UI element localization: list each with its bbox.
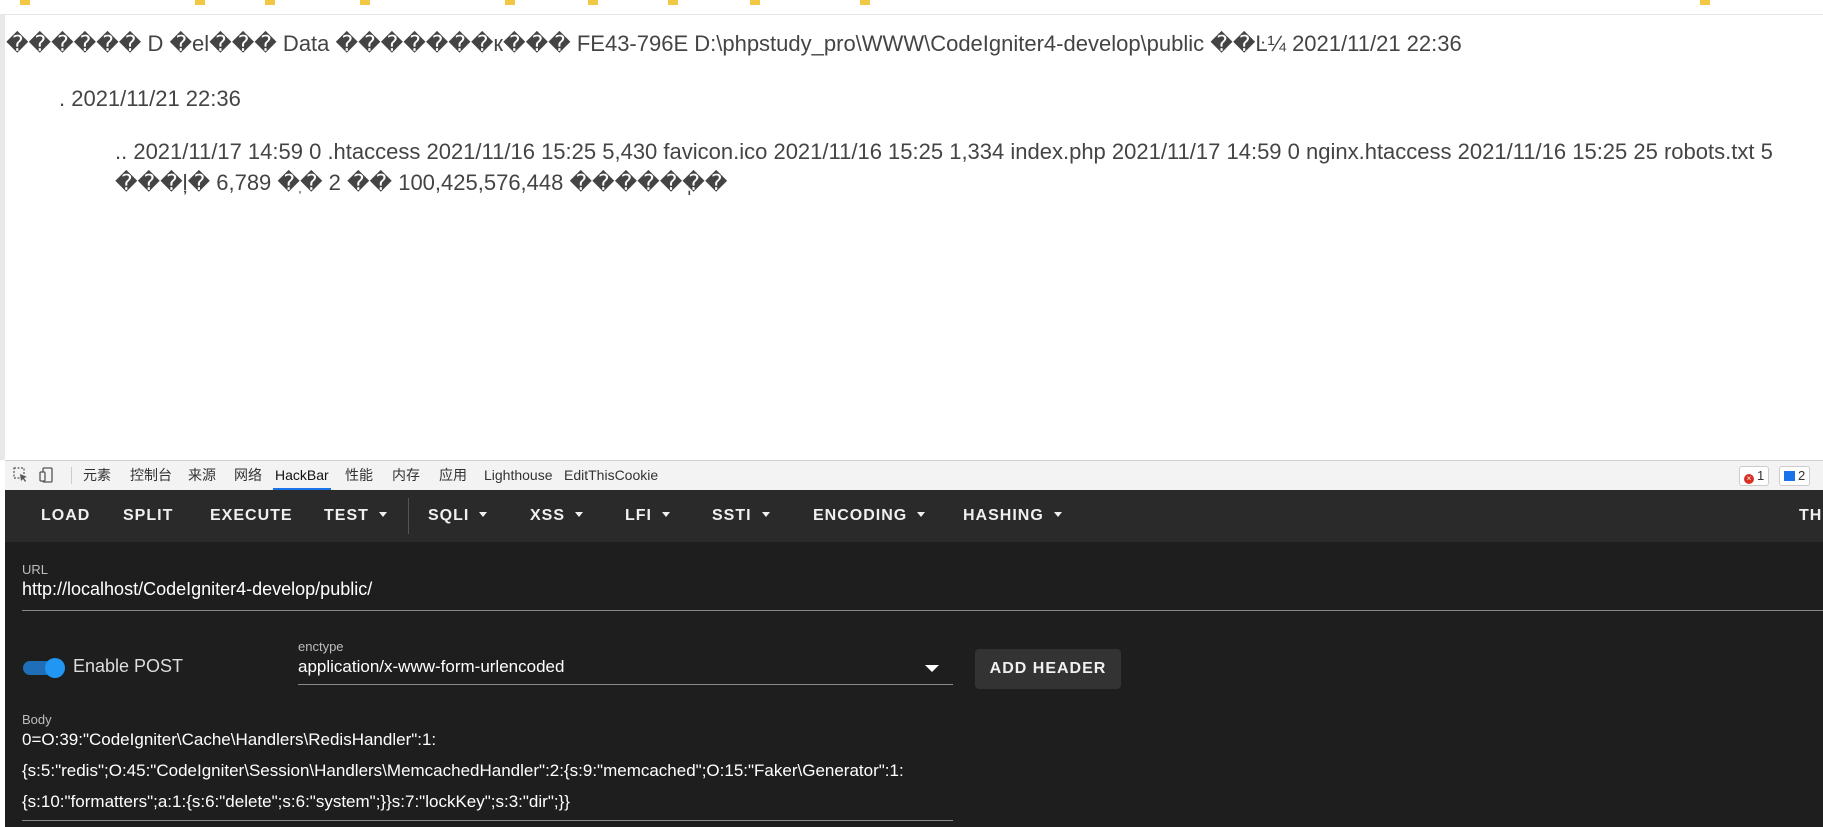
browser-bookmark-bar: [0, 0, 1823, 15]
chevron-down-icon: [378, 512, 387, 517]
lfi-menu-button[interactable]: LFI: [625, 490, 670, 542]
devtools-tab-bar: 元素 控制台 来源 网络 HackBar 性能 内存 应用 Lighthouse…: [5, 460, 1823, 491]
chevron-down-icon: [761, 512, 770, 517]
chevron-down-icon: [917, 512, 926, 517]
tab-editthiscookie[interactable]: EditThisCookie: [562, 461, 660, 490]
directory-header-text: ������ D �el��� Data �������к��� FE43-79…: [6, 31, 1462, 56]
ssti-menu-button[interactable]: SSTI: [712, 490, 770, 542]
test-menu-button[interactable]: TEST: [324, 490, 387, 542]
body-textarea[interactable]: 0=O:39:"CodeIgniter\Cache\Handlers\Redis…: [22, 724, 952, 817]
enable-post-toggle[interactable]: [23, 658, 67, 678]
tab-memory[interactable]: 内存: [390, 461, 422, 490]
tab-performance[interactable]: 性能: [343, 461, 375, 490]
tab-hackbar[interactable]: HackBar: [273, 461, 331, 490]
encoding-menu-button[interactable]: ENCODING: [813, 490, 926, 542]
body-line: 0=O:39:"CodeIgniter\Cache\Handlers\Redis…: [22, 730, 437, 749]
tab-application[interactable]: 应用: [437, 461, 469, 490]
hackbar-panel: LOAD SPLIT EXECUTE TEST SQLI XSS LFI SST…: [5, 490, 1823, 827]
bookmark-folder-icon[interactable]: [1700, 0, 1710, 5]
error-icon: ×: [1744, 474, 1754, 484]
body-underline: [22, 820, 953, 821]
bookmark-folder-icon[interactable]: [265, 0, 275, 5]
enctype-select[interactable]: application/x-www-form-urlencoded: [298, 657, 564, 677]
tab-network[interactable]: 网络: [232, 461, 264, 490]
bookmark-folder-icon[interactable]: [20, 0, 30, 5]
enctype-underline: [298, 684, 953, 685]
directory-current-entry: . 2021/11/21 22:36: [59, 86, 241, 111]
directory-listing-text: .. 2021/11/17 14:59 0 .htaccess 2021/11/…: [115, 139, 1773, 195]
message-icon: [1784, 471, 1795, 481]
url-underline: [22, 610, 1823, 611]
tab-separator: [71, 467, 72, 484]
load-button[interactable]: LOAD: [41, 490, 90, 542]
sqli-menu-button[interactable]: SQLI: [428, 490, 488, 542]
bookmark-folder-icon[interactable]: [860, 0, 870, 5]
enable-post-label: Enable POST: [73, 656, 184, 676]
url-input[interactable]: http://localhost/CodeIgniter4-develop/pu…: [22, 579, 372, 600]
bookmark-folder-icon[interactable]: [360, 0, 370, 5]
device-icon[interactable]: [39, 467, 55, 483]
page-content: ������ D �el��� Data �������к��� FE43-79…: [5, 14, 1823, 460]
bookmark-folder-icon[interactable]: [668, 0, 678, 5]
chevron-down-icon: [1053, 512, 1062, 517]
add-header-button[interactable]: ADD HEADER: [975, 649, 1121, 689]
tab-console[interactable]: 控制台: [128, 461, 174, 490]
dropdown-arrow-icon[interactable]: [925, 665, 939, 672]
tab-sources[interactable]: 来源: [186, 461, 218, 490]
cursor-icon[interactable]: [13, 467, 29, 483]
bookmark-folder-icon[interactable]: [195, 0, 205, 5]
body-line: {s:10:"formatters";a:1:{s:6:"delete";s:6…: [22, 792, 570, 811]
theme-button[interactable]: THE: [1799, 490, 1823, 542]
message-count-badge[interactable]: 2: [1779, 466, 1811, 486]
hackbar-toolbar: LOAD SPLIT EXECUTE TEST SQLI XSS LFI SST…: [5, 490, 1823, 542]
hashing-menu-button[interactable]: HASHING: [963, 490, 1062, 542]
error-count-badge[interactable]: × 1: [1739, 466, 1770, 486]
chevron-down-icon: [575, 512, 584, 517]
tab-elements[interactable]: 元素: [81, 461, 113, 490]
bookmark-folder-icon[interactable]: [505, 0, 515, 5]
enctype-label: enctype: [298, 639, 344, 654]
split-button[interactable]: SPLIT: [123, 490, 173, 542]
url-label: URL: [22, 562, 49, 577]
xss-menu-button[interactable]: XSS: [530, 490, 584, 542]
execute-button[interactable]: EXECUTE: [210, 490, 293, 542]
tab-lighthouse[interactable]: Lighthouse: [482, 461, 555, 490]
chevron-down-icon: [662, 512, 670, 517]
bookmark-folder-icon[interactable]: [750, 0, 760, 5]
body-line: {s:5:"redis";O:45:"CodeIgniter\Session\H…: [22, 761, 904, 780]
bookmark-folder-icon[interactable]: [588, 0, 598, 5]
chevron-down-icon: [479, 512, 488, 517]
toolbar-separator: [408, 498, 409, 534]
